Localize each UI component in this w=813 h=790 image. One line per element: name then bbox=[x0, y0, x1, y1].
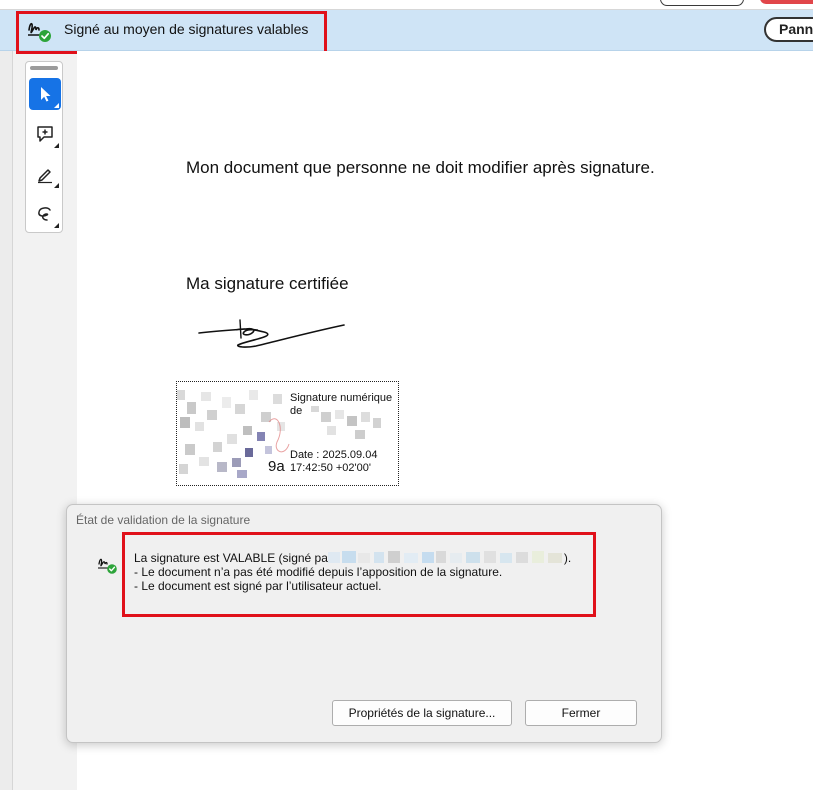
validation-detail-unmodified: - Le document n’a pas été modifié depuis… bbox=[134, 565, 503, 579]
signature-properties-button[interactable]: Propriétés de la signature... bbox=[332, 700, 512, 726]
signature-valid-icon bbox=[28, 22, 51, 42]
close-button[interactable]: Fermer bbox=[525, 700, 637, 726]
left-rail bbox=[0, 51, 13, 790]
stamp-time: 17:42:50 +02'00' bbox=[290, 462, 371, 474]
stamp-signer-prefix: de bbox=[290, 405, 303, 417]
handwritten-signature bbox=[198, 319, 345, 348]
redacted-signer-name bbox=[327, 551, 562, 563]
tool-panel-grip[interactable] bbox=[30, 66, 58, 70]
stamp-partial-id: 9a bbox=[268, 458, 285, 475]
tool-panel bbox=[25, 61, 63, 233]
add-comment-icon bbox=[37, 126, 53, 142]
stamp-title: Signature numérique bbox=[290, 392, 393, 404]
validation-status-suffix: ). bbox=[563, 551, 572, 565]
tool-menu-indicator bbox=[54, 223, 59, 228]
signature-status-text: Signé au moyen de signatures valables bbox=[64, 21, 309, 37]
signature-valid-icon bbox=[98, 558, 117, 574]
validation-detail-current-user: - Le document est signé par l’utilisateu… bbox=[134, 579, 382, 593]
document-text-line: Ma signature certifiée bbox=[186, 274, 349, 293]
comment-tool-button[interactable] bbox=[29, 118, 61, 150]
digital-signature-stamp[interactable]: 9a Signature numérique de Date : 2025.09… bbox=[176, 381, 399, 486]
panel-button[interactable]: Panneau bbox=[764, 17, 813, 42]
lasso-icon bbox=[38, 207, 51, 221]
document-text-line: Mon document que personne ne doit modifi… bbox=[186, 158, 655, 177]
top-red-button-partial[interactable] bbox=[760, 0, 813, 4]
select-tool-button[interactable] bbox=[29, 78, 61, 110]
lasso-tool-button[interactable] bbox=[29, 198, 61, 230]
redacted-signer-mosaic bbox=[311, 406, 381, 439]
stamp-date: Date : 2025.09.04 bbox=[290, 449, 378, 461]
validation-status-line: La signature est VALABLE (signé pa ). bbox=[134, 551, 571, 565]
cursor-arrow-icon bbox=[41, 87, 51, 102]
dialog-title: État de validation de la signature bbox=[76, 513, 251, 527]
pen-icon bbox=[38, 169, 52, 184]
draw-pen-tool-button[interactable] bbox=[29, 158, 61, 190]
top-strip bbox=[0, 0, 813, 10]
signature-validation-dialog: État de validation de la signature La si… bbox=[66, 504, 662, 743]
validation-messages: La signature est VALABLE (signé pa ). - … bbox=[134, 551, 571, 593]
top-button-partial[interactable] bbox=[660, 0, 744, 6]
tool-menu-indicator bbox=[54, 103, 59, 108]
validation-status-text: La signature est VALABLE (signé pa bbox=[134, 551, 328, 565]
tool-menu-indicator bbox=[54, 143, 59, 148]
tool-menu-indicator bbox=[54, 183, 59, 188]
